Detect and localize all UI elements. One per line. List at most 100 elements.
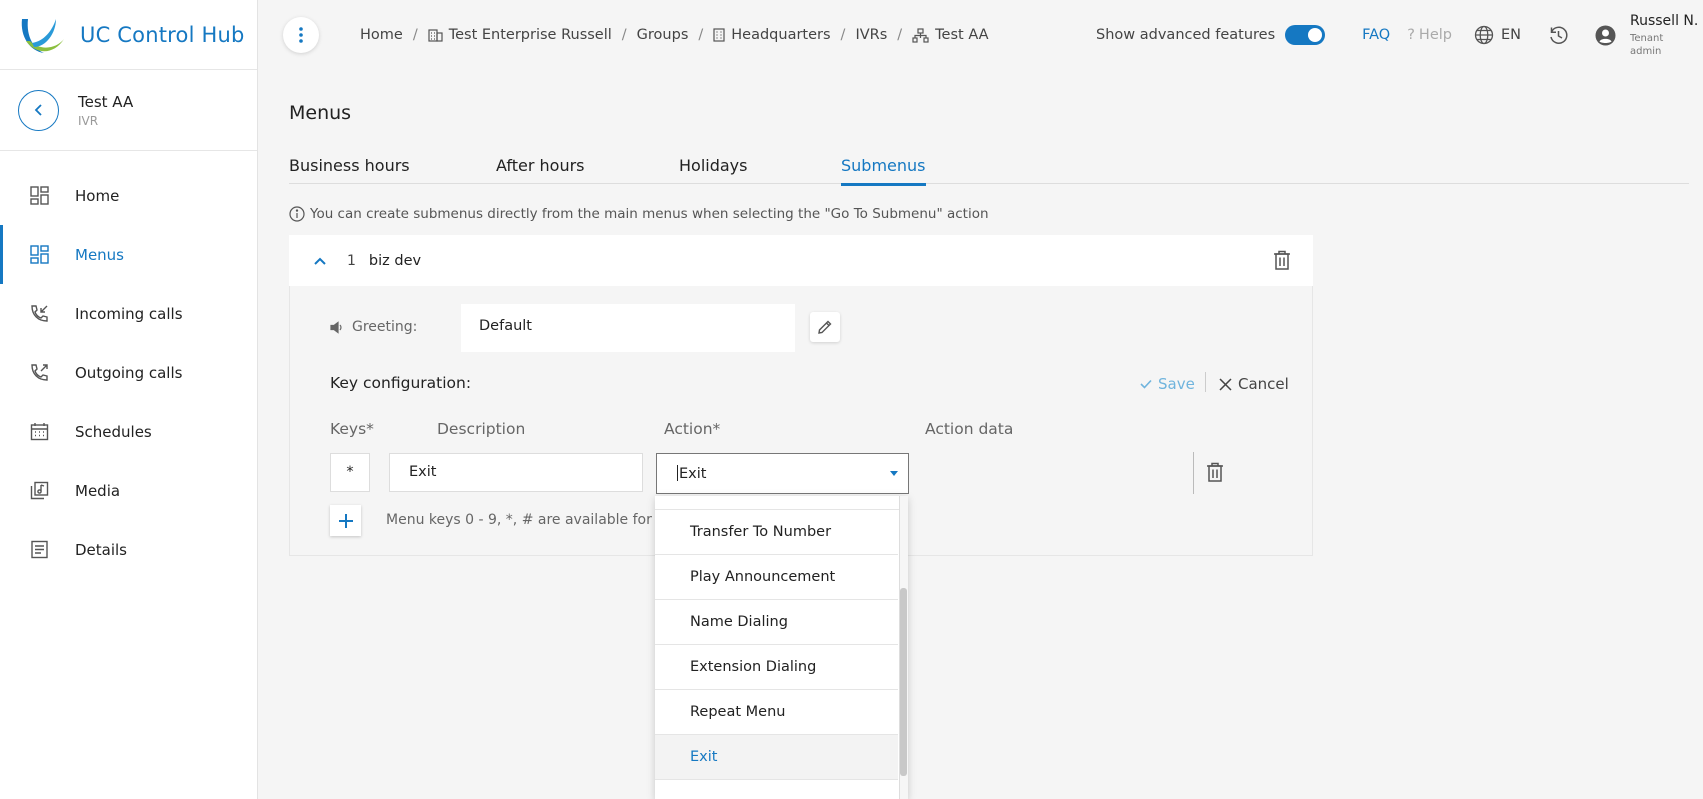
sidebar-item-home[interactable]: Home xyxy=(0,166,257,225)
calendar-icon xyxy=(29,422,49,442)
key-configuration-label: Key configuration: xyxy=(330,374,472,392)
tab-after-hours[interactable]: After hours xyxy=(496,156,585,186)
breadcrumb-groups[interactable]: Groups xyxy=(637,27,689,43)
tab-holidays[interactable]: Holidays xyxy=(679,156,747,186)
breadcrumb-label: Test Enterprise Russell xyxy=(448,27,612,43)
history-button[interactable] xyxy=(1548,25,1569,46)
ivr-tree-icon xyxy=(912,27,929,43)
breadcrumb-current: Test AA xyxy=(912,27,989,43)
history-icon xyxy=(1550,26,1568,44)
breadcrumb-separator: / xyxy=(897,27,903,43)
media-icon xyxy=(29,481,49,501)
check-icon xyxy=(1140,379,1152,389)
dropdown-option[interactable]: Play Announcement xyxy=(655,555,898,600)
breadcrumb-label: Headquarters xyxy=(731,27,831,43)
edit-greeting-button[interactable] xyxy=(810,312,840,342)
info-icon xyxy=(289,206,305,222)
tab-submenus[interactable]: Submenus xyxy=(841,156,926,186)
key-input[interactable]: * xyxy=(330,453,370,492)
sidebar-item-outgoing-calls[interactable]: Outgoing calls xyxy=(0,343,257,402)
info-message: You can create submenus directly from th… xyxy=(289,206,989,222)
breadcrumb-label: Test AA xyxy=(935,27,989,43)
description-input[interactable]: Exit xyxy=(389,453,643,492)
app-name: UC Control Hub xyxy=(80,22,245,47)
breadcrumb-ivrs[interactable]: IVRs xyxy=(855,27,887,43)
speaker-icon xyxy=(330,320,342,334)
keys-hint: Menu keys 0 - 9, *, # are available for … xyxy=(386,512,656,528)
greeting-label: Greeting: xyxy=(330,319,417,335)
breadcrumb-headquarters[interactable]: Headquarters xyxy=(713,27,831,43)
dropdown-scrollbar[interactable] xyxy=(899,496,908,799)
more-menu-button[interactable] xyxy=(283,17,319,53)
breadcrumb-separator: / xyxy=(621,27,627,43)
sidebar-item-details[interactable]: Details xyxy=(0,520,257,579)
user-role: Tenant admin xyxy=(1630,32,1664,57)
enterprise-icon xyxy=(428,29,443,42)
advanced-features-toggle[interactable] xyxy=(1285,25,1326,45)
collapse-button[interactable] xyxy=(313,256,327,266)
breadcrumb-separator: / xyxy=(698,27,704,43)
topbar-right: Show advanced features FAQ ? Help EN Rus… xyxy=(1096,0,1703,70)
kebab-icon xyxy=(299,27,303,43)
greeting-field[interactable]: Default xyxy=(461,304,795,352)
sidebar-item-schedules[interactable]: Schedules xyxy=(0,402,257,461)
caret-down-icon xyxy=(890,471,898,476)
row-separator xyxy=(1193,452,1194,494)
cancel-label: Cancel xyxy=(1238,375,1289,393)
info-text: You can create submenus directly from th… xyxy=(310,206,989,222)
sidebar-item-menus[interactable]: Menus xyxy=(0,225,257,284)
save-label: Save xyxy=(1158,375,1195,393)
dropdown-option-partial[interactable] xyxy=(655,496,908,510)
submenu-name: biz dev xyxy=(368,252,422,269)
tab-business-hours[interactable]: Business hours xyxy=(289,156,410,186)
sidebar-item-label: Outgoing calls xyxy=(75,363,183,382)
breadcrumb-home[interactable]: Home xyxy=(360,27,403,43)
action-dropdown-list[interactable]: Transfer To Number Play Announcement Nam… xyxy=(655,496,908,799)
entity-type: IVR xyxy=(78,113,99,128)
sidebar-nav: Home Menus Incoming calls Outgoing calls… xyxy=(0,151,257,579)
user-info[interactable]: Russell N. Tenant admin xyxy=(1630,12,1699,58)
action-select[interactable]: Exit xyxy=(656,453,909,494)
sidebar-item-label: Home xyxy=(75,186,120,205)
details-icon xyxy=(29,540,49,560)
dropdown-option-selected[interactable]: Exit xyxy=(655,735,898,780)
breadcrumb: Home / Test Enterprise Russell / Groups … xyxy=(360,27,989,43)
scrollbar-thumb[interactable] xyxy=(900,588,907,776)
logo-icon xyxy=(21,18,64,53)
language-selector[interactable]: EN xyxy=(1474,25,1521,45)
column-header-keys: Keys* xyxy=(330,420,374,438)
close-icon xyxy=(1219,377,1232,391)
cancel-button[interactable]: Cancel xyxy=(1219,375,1289,393)
save-button[interactable]: Save xyxy=(1140,375,1195,393)
dropdown-option[interactable]: Transfer To Number xyxy=(655,510,898,555)
dropdown-option[interactable]: Name Dialing xyxy=(655,600,898,645)
globe-icon xyxy=(1474,25,1494,45)
add-key-button[interactable] xyxy=(330,505,361,536)
sidebar-item-label: Details xyxy=(75,540,128,559)
dashboard-icon xyxy=(29,245,49,265)
sidebar-item-incoming-calls[interactable]: Incoming calls xyxy=(0,284,257,343)
logo-area: UC Control Hub xyxy=(0,0,257,70)
breadcrumb-separator: / xyxy=(412,27,418,43)
chevron-up-icon xyxy=(314,257,326,265)
user-avatar[interactable] xyxy=(1595,25,1616,46)
dropdown-option[interactable]: Repeat Menu xyxy=(655,690,898,735)
user-icon xyxy=(1595,25,1616,45)
submenu-header[interactable]: 1 biz dev xyxy=(289,235,1313,286)
outgoing-call-icon xyxy=(29,363,49,383)
delete-key-button[interactable] xyxy=(1206,462,1224,486)
help-link[interactable]: ? Help xyxy=(1407,27,1452,43)
dropdown-option[interactable]: Extension Dialing xyxy=(655,645,898,690)
faq-link[interactable]: FAQ xyxy=(1362,27,1390,43)
user-name: Russell N. xyxy=(1630,12,1699,29)
entity-header: Test AA IVR xyxy=(0,70,257,151)
topbar: Home / Test Enterprise Russell / Groups … xyxy=(258,0,1703,70)
sidebar-item-label: Schedules xyxy=(75,422,152,441)
breadcrumb-enterprise[interactable]: Test Enterprise Russell xyxy=(428,27,612,43)
trash-icon xyxy=(1207,462,1223,482)
back-button[interactable] xyxy=(18,89,59,131)
sidebar-item-media[interactable]: Media xyxy=(0,461,257,520)
pencil-icon xyxy=(818,320,832,334)
delete-submenu-button[interactable] xyxy=(1273,250,1291,274)
incoming-call-icon xyxy=(29,304,49,324)
